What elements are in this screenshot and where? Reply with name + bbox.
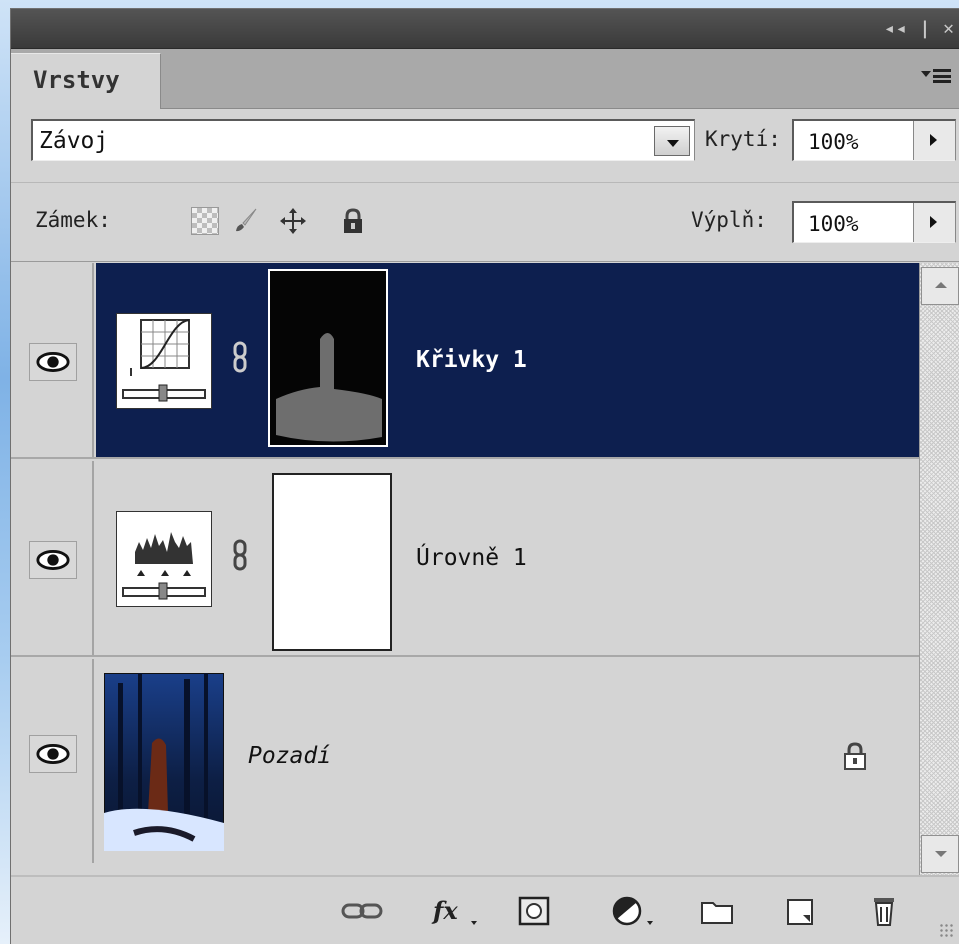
scroll-down-button[interactable]: [921, 835, 959, 873]
link-icon[interactable]: [341, 895, 383, 927]
visibility-cell[interactable]: [11, 659, 94, 863]
scroll-up-button[interactable]: [921, 267, 959, 305]
layer-mask-thumbnail[interactable]: [272, 473, 392, 651]
background-image-thumbnail[interactable]: [104, 673, 224, 851]
new-group-icon[interactable]: [699, 895, 735, 927]
opacity-slider-button[interactable]: [913, 121, 955, 160]
lock-transparency-icon[interactable]: [191, 207, 219, 235]
lock-fill-row: Zámek: Výplň: 100%: [11, 184, 959, 262]
panel-menu-icon[interactable]: [921, 67, 953, 91]
layers-list: Křivky 1 Úrovně 1 Pozadí: [11, 263, 919, 863]
lock-icon: [844, 742, 866, 770]
resize-grip-icon[interactable]: [939, 923, 955, 939]
chevron-down-icon[interactable]: [654, 126, 690, 156]
trash-icon[interactable]: [867, 895, 901, 927]
bottom-toolbar: fx: [11, 875, 959, 944]
curves-adjustment-icon[interactable]: [116, 313, 212, 409]
blend-opacity-row: Závoj Krytí: 100%: [11, 109, 959, 183]
layer-content[interactable]: Křivky 1: [96, 263, 919, 457]
layer-name[interactable]: Křivky 1: [416, 347, 527, 373]
layer-row-levels[interactable]: Úrovně 1: [11, 461, 919, 657]
layer-content[interactable]: Pozadí: [96, 659, 919, 863]
opacity-field[interactable]: 100%: [792, 119, 956, 161]
levels-adjustment-icon[interactable]: [116, 511, 212, 607]
fill-value: 100%: [808, 212, 859, 236]
blend-mode-value: Závoj: [39, 128, 109, 154]
blend-mode-select[interactable]: Závoj: [31, 119, 695, 161]
new-layer-icon[interactable]: [783, 895, 819, 927]
layer-row-background[interactable]: Pozadí: [11, 659, 919, 863]
link-chain-icon[interactable]: [232, 539, 248, 571]
layer-content[interactable]: Úrovně 1: [96, 461, 919, 655]
eye-icon[interactable]: [29, 735, 77, 773]
lock-all-icon[interactable]: [339, 207, 367, 235]
add-mask-icon[interactable]: [517, 895, 553, 927]
window-controls[interactable]: ◂◂ | ✕: [884, 18, 955, 39]
lock-position-icon[interactable]: [279, 207, 307, 235]
adjustment-layer-icon[interactable]: [609, 895, 657, 927]
tab-layers[interactable]: Vrstvy: [11, 53, 161, 109]
layers-panel: ◂◂ | ✕ Vrstvy Závoj Krytí: 100% Zámek: V…: [10, 8, 959, 944]
visibility-cell[interactable]: [11, 263, 94, 457]
layers-scrollbar[interactable]: [919, 263, 959, 875]
svg-text:fx: fx: [431, 896, 458, 925]
eye-icon[interactable]: [29, 343, 77, 381]
opacity-label: Krytí:: [705, 127, 781, 151]
visibility-cell[interactable]: [11, 461, 94, 655]
fill-label: Výplň:: [691, 208, 767, 232]
lock-image-pixels-icon[interactable]: [231, 207, 259, 235]
layer-name[interactable]: Pozadí: [248, 743, 331, 769]
link-chain-icon[interactable]: [232, 341, 248, 373]
lock-label: Zámek:: [35, 208, 111, 232]
layer-mask-thumbnail[interactable]: [268, 269, 388, 447]
fill-field[interactable]: 100%: [792, 201, 956, 243]
opacity-value: 100%: [808, 130, 859, 154]
fill-slider-button[interactable]: [913, 203, 955, 242]
panel-title-bar: ◂◂ | ✕: [11, 9, 959, 49]
layer-name[interactable]: Úrovně 1: [416, 545, 527, 571]
layer-row-curves[interactable]: Křivky 1: [11, 263, 919, 459]
tab-row: Vrstvy: [11, 49, 959, 109]
fx-icon[interactable]: fx: [431, 895, 479, 927]
eye-icon[interactable]: [29, 541, 77, 579]
